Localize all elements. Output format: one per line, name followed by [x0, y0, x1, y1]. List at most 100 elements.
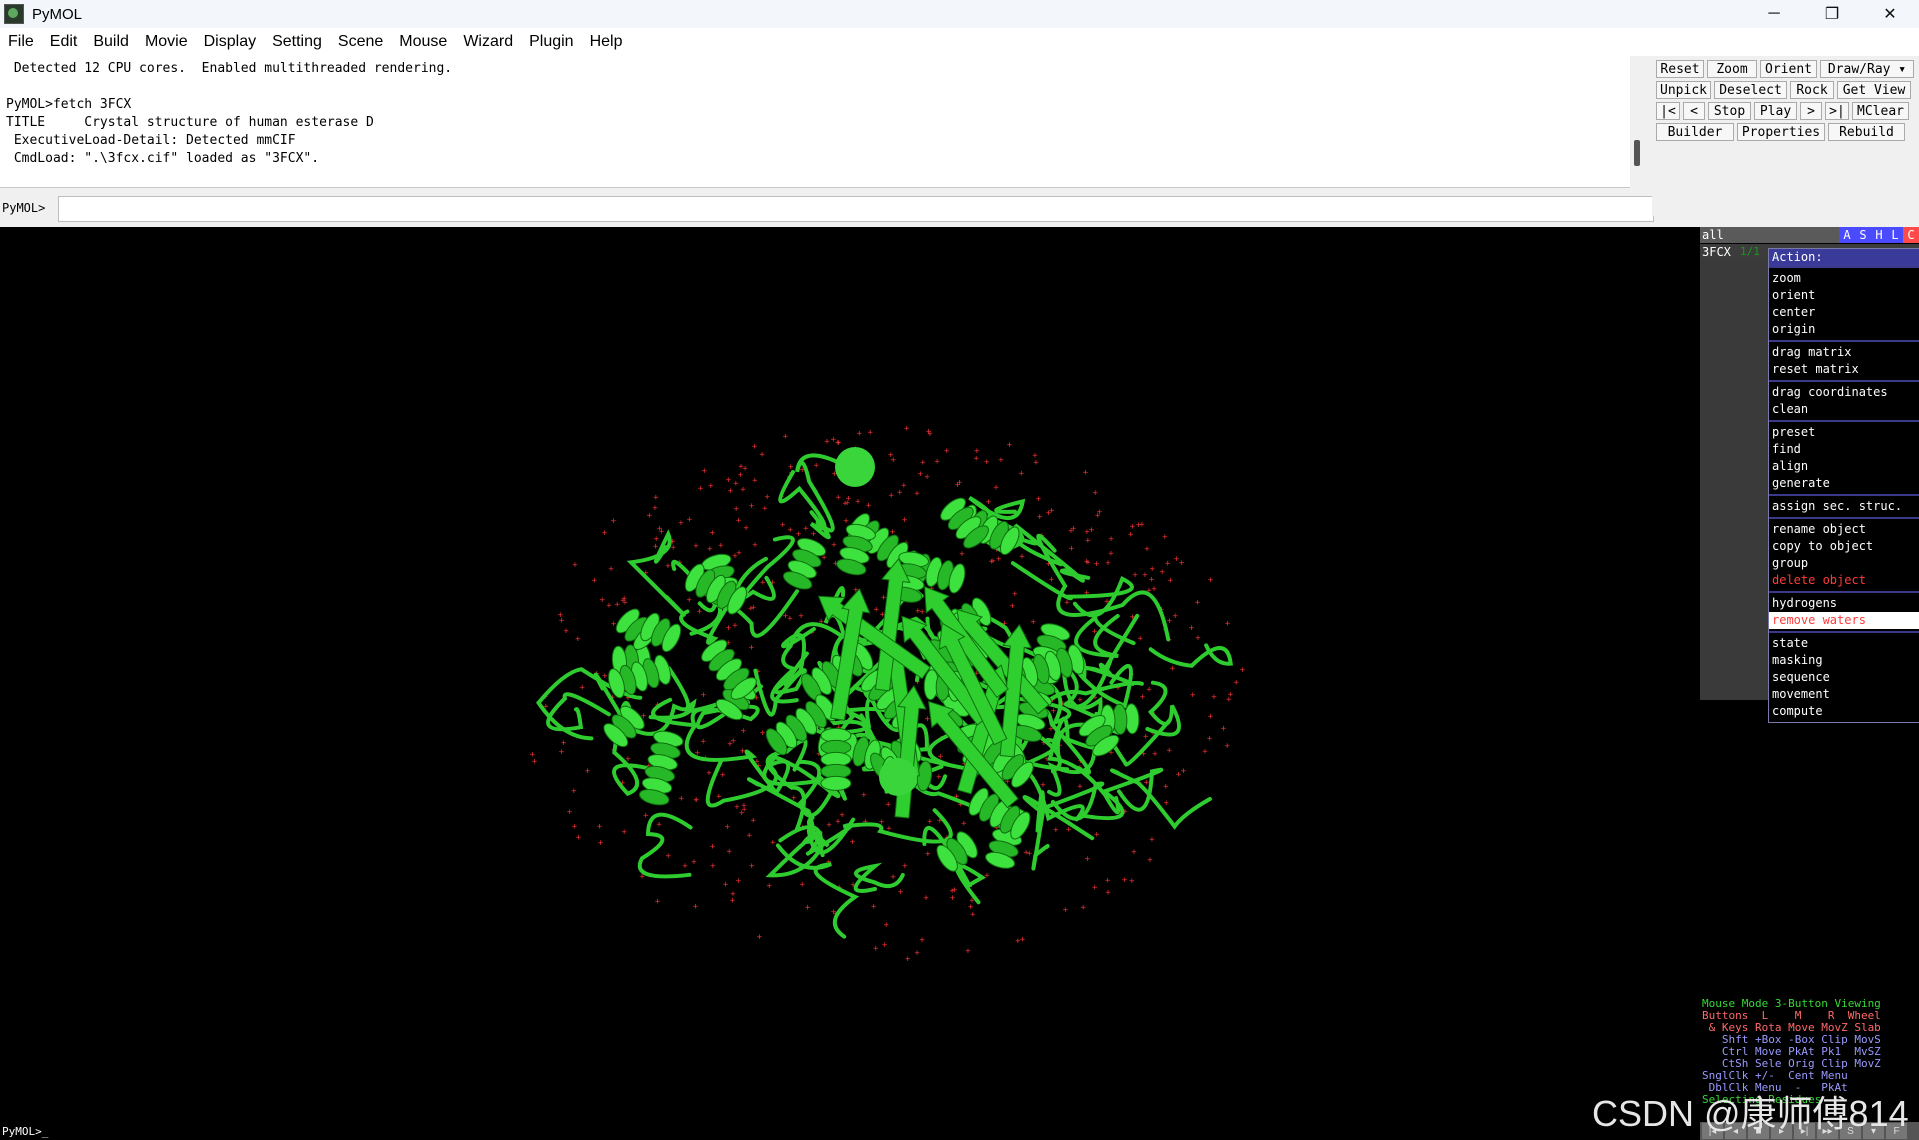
- menu-setting[interactable]: Setting: [264, 33, 330, 51]
- molecular-viewport[interactable]: + + + + + + + + + + + + + + + + + + + + + + + + + + + + + + + + + + + + + + + +…: [0, 227, 1700, 1123]
- zoom-button[interactable]: Zoom: [1707, 60, 1757, 78]
- action-menu-item[interactable]: preset: [1769, 424, 1919, 441]
- minimize-button[interactable]: ─: [1745, 0, 1803, 28]
- water-molecule: +: [762, 504, 768, 514]
- output-log[interactable]: Detected 12 CPU cores. Enabled multithre…: [0, 56, 1630, 188]
- rebuild-button[interactable]: Rebuild: [1828, 123, 1905, 141]
- water-molecule: +: [647, 511, 653, 521]
- action-menu-item[interactable]: masking: [1769, 652, 1919, 669]
- water-molecule: +: [770, 838, 776, 848]
- orient-button[interactable]: Orient: [1760, 60, 1817, 78]
- action-menu-item[interactable]: sequence: [1769, 669, 1919, 686]
- action-menu-group: drag coordinates clean: [1769, 380, 1919, 420]
- menu-movie[interactable]: Movie: [137, 33, 196, 51]
- water-molecule: +: [850, 837, 856, 847]
- water-molecule: +: [1081, 903, 1087, 913]
- water-molecule: +: [897, 488, 903, 498]
- log-line: CmdLoad: ".\3fcx.cif" loaded as "3FCX".: [6, 151, 320, 166]
- action-menu-item[interactable]: state: [1769, 635, 1919, 652]
- properties-button[interactable]: Properties: [1737, 123, 1825, 141]
- action-menu-item[interactable]: hydrogens: [1769, 595, 1919, 612]
- get-view-button[interactable]: Get View: [1837, 81, 1911, 99]
- color-c-button[interactable]: C: [1903, 227, 1919, 243]
- unpick-button[interactable]: Unpick: [1656, 81, 1711, 99]
- deselect-button[interactable]: Deselect: [1714, 81, 1787, 99]
- menu-scene[interactable]: Scene: [330, 33, 391, 51]
- action-menu-item[interactable]: drag coordinates: [1769, 384, 1919, 401]
- water-molecule: +: [955, 481, 961, 491]
- action-menu-item[interactable]: align: [1769, 458, 1919, 475]
- action-a-button[interactable]: A: [1839, 227, 1855, 243]
- alpha-helix: [603, 705, 645, 748]
- action-menu-item[interactable]: drag matrix: [1769, 344, 1919, 361]
- action-menu-item[interactable]: origin: [1769, 321, 1919, 338]
- rewind-button[interactable]: |<: [1656, 102, 1680, 120]
- show-s-button[interactable]: S: [1855, 227, 1871, 243]
- hide-h-button[interactable]: H: [1871, 227, 1887, 243]
- water-molecule: +: [749, 502, 755, 512]
- action-menu-item[interactable]: generate: [1769, 475, 1919, 492]
- action-menu-item[interactable]: find: [1769, 441, 1919, 458]
- water-molecule: +: [1234, 678, 1240, 688]
- water-molecule: +: [723, 880, 729, 890]
- action-menu-title: Action:: [1769, 249, 1919, 266]
- water-molecule: +: [698, 484, 704, 494]
- stop-button[interactable]: Stop: [1708, 102, 1751, 120]
- menu-file[interactable]: File: [0, 33, 42, 51]
- water-molecule: +: [597, 822, 603, 832]
- menu-edit[interactable]: Edit: [42, 33, 86, 51]
- water-molecule: +: [898, 887, 904, 897]
- water-molecule: +: [1049, 575, 1055, 585]
- action-menu: Action: zoom orient center origin drag matri…: [1768, 248, 1919, 723]
- output-scrollbar[interactable]: [1634, 140, 1640, 166]
- maximize-button[interactable]: ❐: [1803, 0, 1861, 28]
- water-molecule: +: [611, 516, 617, 526]
- action-menu-item[interactable]: orient: [1769, 287, 1919, 304]
- action-menu-item[interactable]: zoom: [1769, 270, 1919, 287]
- menu-plugin[interactable]: Plugin: [521, 33, 581, 51]
- action-menu-item[interactable]: group: [1769, 555, 1919, 572]
- back-button[interactable]: <: [1683, 102, 1705, 120]
- water-molecule: +: [843, 516, 849, 526]
- action-menu-item[interactable]: clean: [1769, 401, 1919, 418]
- action-menu-item[interactable]: reset matrix: [1769, 361, 1919, 378]
- action-menu-item[interactable]: center: [1769, 304, 1919, 321]
- forward-button[interactable]: >: [1800, 102, 1822, 120]
- water-molecule: +: [890, 873, 896, 883]
- command-input[interactable]: [58, 196, 1654, 222]
- action-menu-item[interactable]: assign sec. struc.: [1769, 498, 1919, 515]
- close-button[interactable]: ✕: [1861, 0, 1919, 28]
- object-all-row[interactable]: all A S H L C: [1700, 227, 1919, 243]
- menu-build[interactable]: Build: [85, 33, 137, 51]
- draw-ray-button[interactable]: Draw/Ray ▾: [1820, 60, 1914, 78]
- water-molecule: +: [701, 737, 707, 747]
- water-molecule: +: [1144, 544, 1150, 554]
- action-menu-group: zoom orient center origin: [1769, 266, 1919, 340]
- label-l-button[interactable]: L: [1887, 227, 1903, 243]
- menu-help[interactable]: Help: [582, 33, 631, 51]
- action-menu-item[interactable]: rename object: [1769, 521, 1919, 538]
- water-molecule: +: [1019, 469, 1025, 479]
- object-list-background: [1700, 260, 1768, 700]
- water-molecule: +: [952, 886, 958, 896]
- water-molecule: +: [798, 611, 804, 621]
- reset-button[interactable]: Reset: [1656, 60, 1704, 78]
- protein-structure: + + + + + + + + + + + + + + + + + + + + + + + + + + + + + + + + + + + + + + + +…: [530, 424, 1246, 964]
- menu-display[interactable]: Display: [196, 33, 264, 51]
- rock-button[interactable]: Rock: [1790, 81, 1834, 99]
- action-menu-item[interactable]: copy to object: [1769, 538, 1919, 555]
- action-menu-item[interactable]: movement: [1769, 686, 1919, 703]
- water-molecule: +: [855, 497, 861, 507]
- play-button[interactable]: Play: [1754, 102, 1797, 120]
- water-molecule: +: [1195, 633, 1201, 643]
- end-button[interactable]: >|: [1825, 102, 1849, 120]
- mclear-button[interactable]: MClear: [1852, 102, 1909, 120]
- menu-mouse[interactable]: Mouse: [391, 33, 455, 51]
- action-menu-item[interactable]: remove waters: [1769, 612, 1919, 629]
- builder-button[interactable]: Builder: [1656, 123, 1734, 141]
- action-menu-item[interactable]: compute: [1769, 703, 1919, 720]
- menu-wizard[interactable]: Wizard: [455, 33, 521, 51]
- action-menu-item[interactable]: delete object: [1769, 572, 1919, 589]
- water-molecule: +: [665, 561, 671, 571]
- water-molecule: +: [1063, 906, 1069, 916]
